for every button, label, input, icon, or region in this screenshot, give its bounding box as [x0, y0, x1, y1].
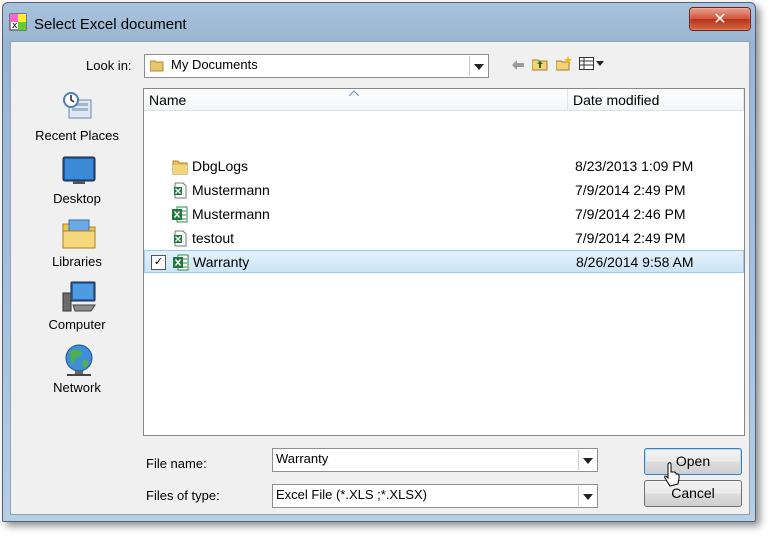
up-folder-icon[interactable] [532, 57, 548, 71]
file-row-selected[interactable]: ✓ Warranty 8/26/2014 9:58 AM [144, 250, 744, 273]
hand-cursor-icon [664, 462, 680, 487]
file-date: 7/9/2014 2:49 PM [575, 182, 686, 198]
file-date: 7/9/2014 2:46 PM [575, 206, 686, 222]
file-name: Warranty [193, 254, 250, 270]
excel-xlsx-file-icon [172, 206, 188, 223]
back-arrow-icon[interactable] [511, 59, 525, 71]
sort-ascending-icon [349, 90, 359, 96]
place-label: Desktop [53, 191, 101, 206]
close-icon: ✕ [713, 9, 727, 28]
place-network[interactable]: Network [25, 342, 129, 402]
select-excel-dialog: x Select Excel document ✕ Look in: My Do… [2, 2, 756, 522]
file-date: 8/26/2014 9:58 AM [576, 254, 694, 270]
desktop-icon [62, 156, 96, 184]
file-type-dropdown[interactable]: Excel File (*.XLS ;*.XLSX) [272, 484, 598, 508]
recent-places-icon [63, 92, 92, 119]
file-name: DbgLogs [192, 158, 249, 174]
column-date-label: Date modified [573, 92, 660, 108]
place-computer[interactable]: Computer [25, 279, 129, 339]
file-row[interactable]: testout 7/9/2014 2:49 PM [144, 227, 744, 250]
column-header-name[interactable]: Name [144, 89, 568, 111]
network-icon [65, 344, 93, 376]
cancel-button[interactable]: Cancel [644, 480, 742, 507]
chevron-down-icon[interactable] [469, 56, 487, 76]
file-name: Mustermann [192, 206, 270, 222]
dialog-body: Look in: My Documents Recent Places Desk… [10, 41, 750, 515]
excel-xls-file-icon [174, 182, 187, 199]
new-folder-icon[interactable] [556, 56, 572, 71]
view-menu-icon[interactable] [579, 57, 605, 70]
place-libraries[interactable]: Libraries [25, 216, 129, 276]
file-name-input[interactable]: Warranty [272, 448, 598, 472]
title-bar[interactable]: x Select Excel document ✕ [3, 3, 755, 43]
file-name-value: Warranty [276, 451, 329, 466]
svg-text:x: x [12, 21, 18, 31]
look-in-dropdown[interactable]: My Documents [144, 54, 489, 78]
file-name: Mustermann [192, 182, 270, 198]
close-button[interactable]: ✕ [689, 7, 751, 31]
place-label: Network [53, 380, 101, 395]
row-checkbox[interactable]: ✓ [151, 255, 166, 270]
chevron-down-icon[interactable] [578, 486, 596, 506]
excel-xls-file-icon [174, 230, 187, 247]
look-in-value: My Documents [171, 57, 258, 72]
open-button[interactable]: Open [644, 448, 742, 475]
folder-icon [172, 160, 188, 175]
excel-app-icon: x [9, 13, 27, 31]
file-date: 8/23/2013 1:09 PM [575, 158, 694, 174]
chevron-down-icon[interactable] [578, 450, 596, 470]
file-type-value: Excel File (*.XLS ;*.XLSX) [276, 487, 427, 502]
excel-xlsx-file-icon [173, 254, 189, 271]
look-in-label: Look in: [86, 58, 132, 73]
file-row[interactable]: Mustermann 7/9/2014 2:49 PM [144, 179, 744, 202]
file-row[interactable]: Mustermann 7/9/2014 2:46 PM [144, 203, 744, 226]
place-desktop[interactable]: Desktop [25, 153, 129, 213]
file-name: testout [192, 230, 235, 246]
place-label: Computer [48, 317, 106, 332]
folder-icon [150, 60, 164, 72]
place-label: Recent Places [35, 128, 119, 143]
file-type-label: Files of type: [146, 488, 220, 503]
column-header-date-modified[interactable]: Date modified [568, 89, 744, 111]
window-title: Select Excel document [34, 16, 187, 33]
place-label: Libraries [52, 254, 102, 269]
file-list[interactable]: Name Date modified DbgLogs 8/23/2013 1:0… [143, 88, 745, 436]
file-name-label: File name: [146, 456, 207, 471]
computer-icon [62, 281, 96, 312]
file-date: 7/9/2014 2:49 PM [575, 230, 686, 246]
file-row[interactable]: DbgLogs 8/23/2013 1:09 PM [144, 155, 744, 178]
place-recent-places[interactable]: Recent Places [25, 90, 129, 150]
column-name-label: Name [149, 92, 187, 108]
libraries-icon [62, 219, 96, 249]
